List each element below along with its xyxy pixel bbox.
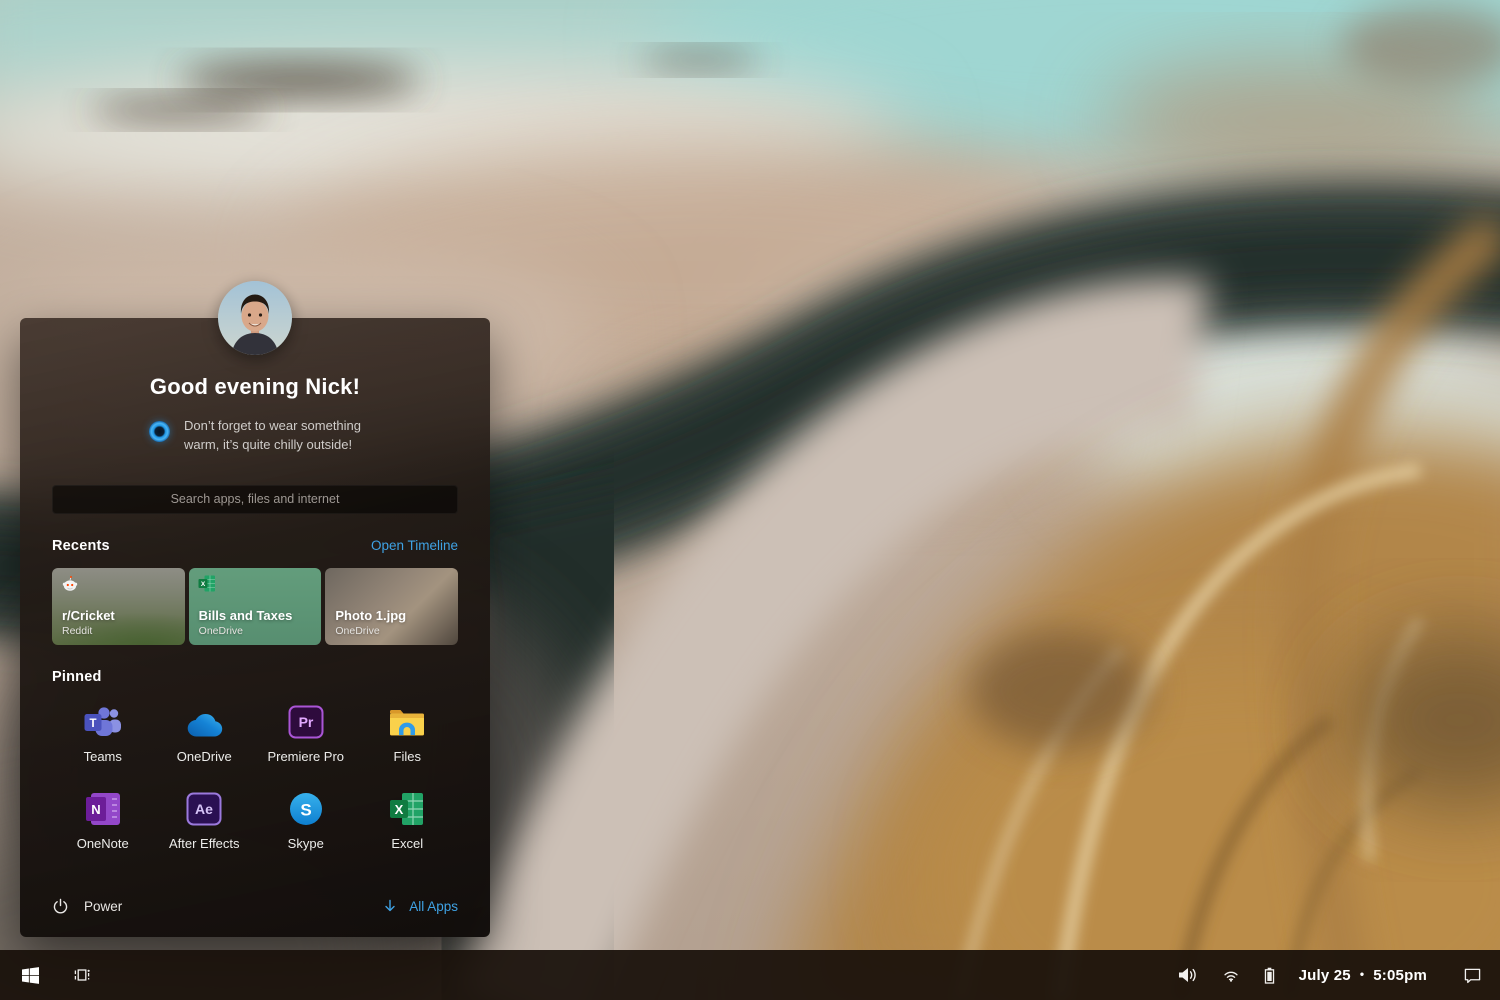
app-label: After Effects [168,835,240,851]
assistant-message-line2: warm, it’s quite chilly outside! [183,436,353,452]
date-time-separator: • [1359,967,1365,981]
search-bar [52,484,458,514]
recent-card-title: Photo 1.jpg [335,607,407,623]
assistant-message-line1: Don’t forget to wear something [183,418,362,433]
premiere-pro-icon: Pr [288,701,324,739]
app-label: Excel [391,835,424,851]
svg-text:X: X [201,581,206,588]
excel-icon: X [389,788,425,826]
start-button[interactable] [22,966,39,984]
assistant-message: Don’t forget to wear something warm, it’… [184,417,361,455]
teams-icon: T [84,701,122,739]
notification-icon [1463,967,1482,984]
time-label: 5:05pm [1373,966,1427,984]
excel-icon: X [198,575,216,593]
user-avatar[interactable] [218,281,292,355]
wifi-button[interactable] [1222,968,1240,983]
start-menu-panel: Good evening Nick! Don’t forget to wear … [20,281,490,937]
app-label: Files [393,748,421,764]
assistant-message-row: Don’t forget to wear something warm, it’… [52,417,458,455]
recent-card-title: Bills and Taxes [198,607,293,623]
app-teams[interactable]: T Teams [52,701,154,764]
onedrive-icon [184,701,224,739]
recent-card-photo[interactable]: Photo 1.jpg OneDrive [325,567,459,645]
svg-text:Ae: Ae [195,801,213,817]
cortana-icon[interactable] [148,421,170,442]
recent-card-title: r/Cricket [62,607,115,623]
wifi-icon [1222,968,1240,983]
app-label: OneNote [76,835,129,851]
avatar-illustration [218,281,292,355]
svg-text:N: N [91,802,100,817]
all-apps-button[interactable]: All Apps [383,899,458,914]
volume-icon [1178,967,1198,983]
app-after-effects[interactable]: Ae After Effects [154,788,256,851]
power-button[interactable]: Power [52,898,122,915]
volume-button[interactable] [1178,967,1198,983]
date-label: July 25 [1298,966,1351,984]
app-onedrive[interactable]: OneDrive [154,701,256,764]
all-apps-label: All Apps [409,898,458,914]
app-skype[interactable]: S Skype [255,788,357,851]
windows-logo-icon [22,966,39,984]
recent-card-subtitle: OneDrive [335,624,380,637]
reddit-icon [61,575,79,593]
power-icon [52,898,69,915]
app-premiere-pro[interactable]: Pr Premiere Pro [255,701,357,764]
system-tray: July 25 • 5:05pm [1178,967,1484,984]
app-label: Skype [287,835,324,851]
recents-title: Recents [52,537,110,554]
svg-text:S: S [300,800,311,819]
taskbar: July 25 • 5:05pm [0,950,1500,1000]
files-icon [388,701,426,739]
app-label: Premiere Pro [267,748,345,764]
skype-icon: S [289,788,323,826]
recent-card-subtitle: OneDrive [198,624,244,637]
after-effects-icon: Ae [186,788,222,826]
onenote-icon: N [85,788,121,826]
power-label: Power [84,898,123,914]
start-menu-footer: Power All Apps [52,891,458,921]
clock[interactable]: July 25 • 5:05pm [1299,967,1427,984]
svg-text:X: X [395,802,404,817]
recent-card-bills[interactable]: X Bills and Taxes OneDrive [188,567,322,645]
app-label: Teams [83,748,122,764]
app-onenote[interactable]: N OneNote [52,788,154,851]
action-center-button[interactable] [1463,967,1482,984]
recents-cards: r/Cricket Reddit X Bills and Taxes OneDr… [52,567,459,645]
task-view-icon [73,966,91,984]
app-excel[interactable]: X Excel [357,788,459,851]
app-label: OneDrive [176,748,232,764]
svg-text:T: T [89,718,96,730]
task-view-button[interactable] [73,966,91,984]
open-timeline-link[interactable]: Open Timeline [371,538,458,553]
battery-button[interactable] [1264,967,1275,984]
app-files[interactable]: Files [357,701,459,764]
search-input[interactable] [52,484,458,514]
pinned-title: Pinned [52,668,102,685]
recent-card-subtitle: Reddit [62,624,93,637]
taskbar-left [16,966,91,984]
pinned-app-grid: T Teams OneDrive Pr Premiere Pro Files N… [52,701,458,851]
down-arrow-icon [383,899,397,913]
recent-card-reddit[interactable]: r/Cricket Reddit [52,568,185,645]
battery-icon [1264,967,1275,984]
svg-text:Pr: Pr [298,714,313,730]
